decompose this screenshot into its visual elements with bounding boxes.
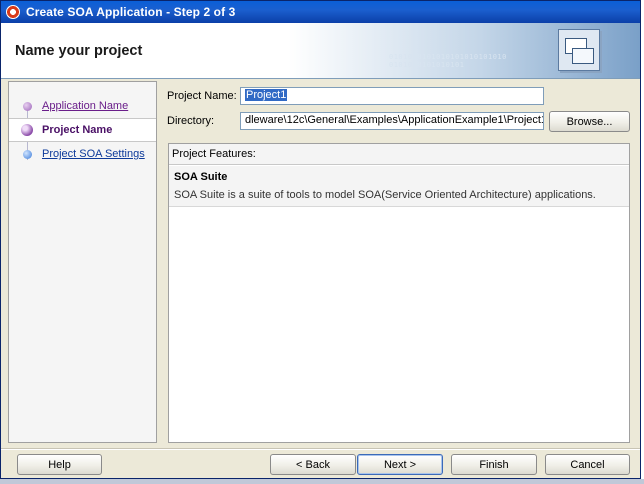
feature-description: SOA Suite is a suite of tools to model S… [174,189,596,201]
wizard-header: Name your project 0101010101010101010101… [1,23,640,79]
step-project-name[interactable]: Project Name [9,118,156,142]
title-bar[interactable]: Create SOA Application - Step 2 of 3 [1,1,640,23]
step-done-icon [23,101,32,111]
feature-item-soa-suite[interactable]: SOA Suite SOA Suite is a suite of tools … [169,166,629,207]
step-label: Project SOA Settings [42,148,145,160]
project-name-value: Project1 [245,89,288,101]
windows-graphic-icon [558,29,600,71]
wizard-steps-panel: Application Name Project Name Project SO… [8,81,157,443]
dialog-window: Create SOA Application - Step 2 of 3 Nam… [0,0,641,479]
background-strip [0,479,644,484]
button-bar-separator [1,448,640,450]
next-button[interactable]: Next > [357,454,443,475]
step-project-soa-settings[interactable]: Project SOA Settings [9,143,156,165]
step-current-icon [21,124,33,136]
directory-input[interactable]: dleware\12c\General\Examples\Application… [240,112,544,130]
directory-value: dleware\12c\General\Examples\Application… [245,114,544,126]
step-next-icon [23,149,32,159]
project-name-input[interactable]: Project1 [240,87,544,105]
cancel-button[interactable]: Cancel [545,454,630,475]
step-application-name[interactable]: Application Name [9,95,156,117]
directory-label: Directory: [167,115,215,127]
page-title: Name your project [15,43,143,59]
back-button[interactable]: < Back [270,454,356,475]
project-name-label: Project Name: [167,90,237,102]
browse-button[interactable]: Browse... [549,111,630,132]
oracle-app-icon [6,5,20,19]
project-features-list[interactable]: Project Features: SOA Suite SOA Suite is… [168,143,630,443]
step-label: Project Name [42,124,113,136]
window-title: Create SOA Application - Step 2 of 3 [26,5,236,19]
step-label: Application Name [42,100,129,112]
project-features-header: Project Features: [169,144,629,165]
binary-decoration: 0101010101010101010101010 01010101010101… [389,53,507,69]
help-button[interactable]: Help [17,454,102,475]
feature-name: SOA Suite [174,171,228,183]
finish-button[interactable]: Finish [451,454,537,475]
